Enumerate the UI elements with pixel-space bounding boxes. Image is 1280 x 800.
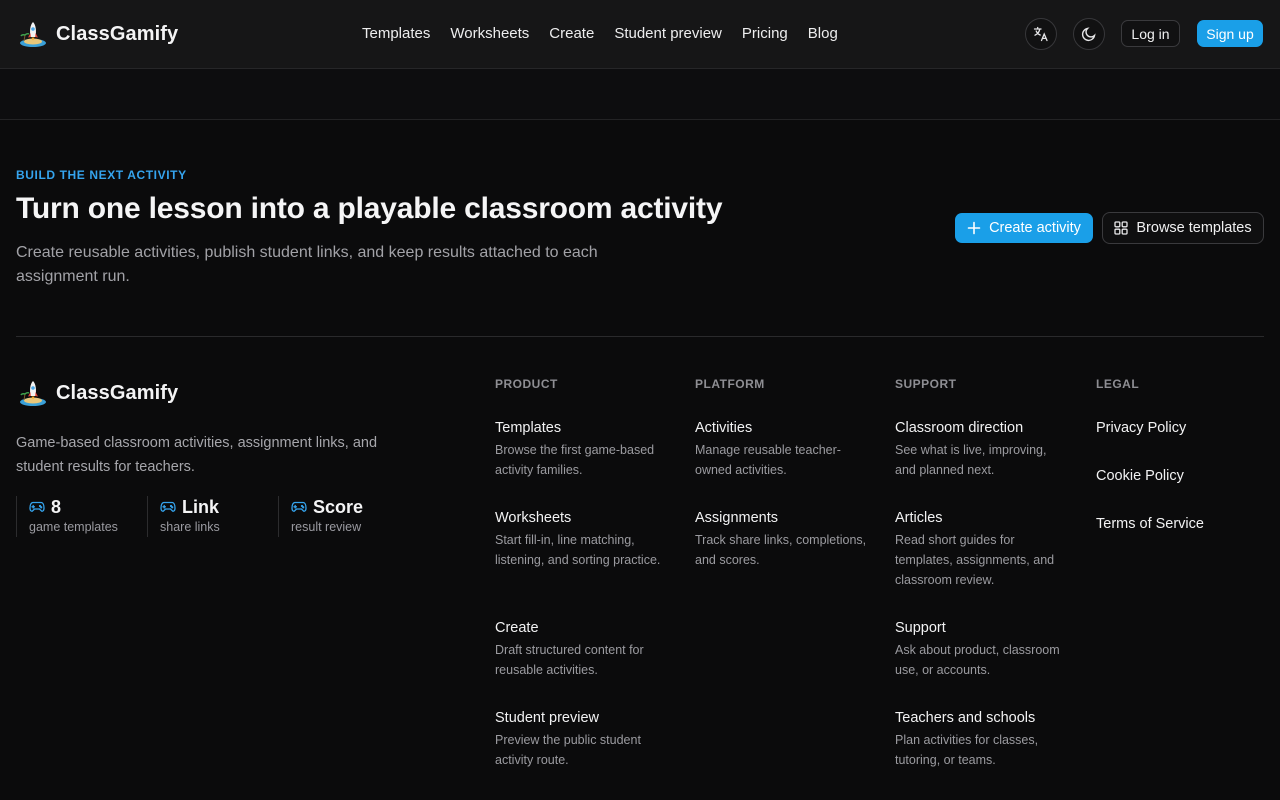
footer-column-product: PRODUCT Templates Browse the first game-… bbox=[495, 377, 670, 767]
link-description: Ask about product, classroom use, or acc… bbox=[895, 643, 1060, 677]
subheader-band bbox=[0, 69, 1280, 120]
footer-link-articles[interactable]: Articles Read short guides for templates… bbox=[895, 508, 1070, 590]
plus-icon bbox=[967, 221, 981, 235]
island-rocket-logo-icon bbox=[20, 381, 46, 406]
link-title: Articles bbox=[895, 510, 943, 526]
link-description: Draft structured content for reusable ac… bbox=[495, 643, 644, 677]
column-heading: LEGAL bbox=[1096, 377, 1140, 391]
link-title: Support bbox=[895, 620, 946, 636]
stat-scores: Score result review bbox=[278, 496, 409, 537]
browse-templates-label: Browse templates bbox=[1136, 220, 1252, 236]
moon-icon bbox=[1081, 27, 1096, 42]
stat-value: 8 bbox=[51, 496, 62, 517]
footer-link-templates[interactable]: Templates Browse the first game-based ac… bbox=[495, 418, 670, 480]
signup-button[interactable]: Sign up bbox=[1197, 20, 1263, 47]
link-title: Activities bbox=[695, 420, 753, 436]
nav-blog[interactable]: Blog bbox=[808, 24, 838, 44]
link-description: Read short guides for templates, assignm… bbox=[895, 533, 1055, 587]
link-title: Teachers and schools bbox=[895, 710, 1036, 726]
footer-link-terms[interactable]: Terms of Service bbox=[1096, 514, 1271, 534]
link-title: Privacy Policy bbox=[1096, 420, 1187, 436]
top-navbar: ClassGamify Templates Worksheets Create … bbox=[0, 0, 1280, 69]
footer-link-teachers-schools[interactable]: Teachers and schools Plan activities for… bbox=[895, 708, 1070, 770]
link-title: Templates bbox=[495, 420, 562, 436]
island-rocket-logo-icon bbox=[20, 22, 46, 47]
grid-icon bbox=[1114, 221, 1129, 235]
gamepad-icon bbox=[160, 501, 176, 512]
nav-templates[interactable]: Templates bbox=[362, 24, 430, 44]
stat-value: Link bbox=[182, 496, 220, 517]
brand-name: ClassGamify bbox=[56, 22, 179, 45]
column-heading: PRODUCT bbox=[495, 377, 558, 391]
login-button[interactable]: Log in bbox=[1121, 20, 1180, 47]
create-activity-button[interactable]: Create activity bbox=[955, 213, 1093, 243]
gamepad-icon bbox=[29, 501, 45, 512]
link-title: Assignments bbox=[695, 510, 779, 526]
stat-templates: 8 game templates bbox=[16, 496, 147, 537]
column-heading: PLATFORM bbox=[695, 377, 765, 391]
browse-templates-button[interactable]: Browse templates bbox=[1102, 212, 1264, 244]
link-description: Track share links, completions, and scor… bbox=[695, 533, 867, 567]
link-description: Start fill-in, line matching, listening,… bbox=[495, 533, 661, 567]
nav-create[interactable]: Create bbox=[549, 24, 594, 44]
footer-description: Game-based classroom activities, assignm… bbox=[16, 435, 378, 475]
link-description: Plan activities for classes, tutoring, o… bbox=[895, 733, 1039, 767]
column-heading: SUPPORT bbox=[895, 377, 957, 391]
stat-label: share links bbox=[160, 520, 220, 534]
hero-eyebrow: BUILD THE NEXT ACTIVITY bbox=[16, 168, 187, 182]
stat-label: game templates bbox=[29, 520, 118, 534]
language-button[interactable] bbox=[1025, 18, 1057, 50]
footer-column-support: SUPPORT Classroom direction See what is … bbox=[895, 377, 1070, 767]
link-title: Cookie Policy bbox=[1096, 468, 1184, 484]
create-activity-label: Create activity bbox=[989, 220, 1081, 236]
nav-student-preview[interactable]: Student preview bbox=[614, 24, 722, 44]
main-nav: Templates Worksheets Create Student prev… bbox=[362, 24, 858, 44]
footer-stats: 8 game templates Link share links Score … bbox=[16, 496, 409, 537]
footer-link-privacy-policy[interactable]: Privacy Policy bbox=[1096, 418, 1271, 438]
link-title: Classroom direction bbox=[895, 420, 1024, 436]
footer-link-worksheets[interactable]: Worksheets Start fill-in, line matching,… bbox=[495, 508, 670, 570]
link-description: Manage reusable teacher-owned activities… bbox=[695, 443, 841, 477]
hero-title: Turn one lesson into a playable classroo… bbox=[16, 192, 723, 225]
stat-value: Score bbox=[313, 496, 364, 517]
footer-link-classroom-direction[interactable]: Classroom direction See what is live, im… bbox=[895, 418, 1070, 480]
section-divider bbox=[16, 336, 1264, 337]
translate-icon bbox=[1033, 26, 1048, 42]
footer-link-create[interactable]: Create Draft structured content for reus… bbox=[495, 618, 670, 680]
footer-link-cookie-policy[interactable]: Cookie Policy bbox=[1096, 466, 1271, 486]
stat-links: Link share links bbox=[147, 496, 278, 537]
footer-column-platform: PLATFORM Activities Manage reusable teac… bbox=[695, 377, 870, 567]
theme-toggle-button[interactable] bbox=[1073, 18, 1105, 50]
footer-link-student-preview[interactable]: Student preview Preview the public stude… bbox=[495, 708, 670, 770]
link-title: Create bbox=[495, 620, 539, 636]
link-description: Preview the public student activity rout… bbox=[495, 733, 641, 767]
hero-description: Create reusable activities, publish stud… bbox=[16, 244, 598, 285]
footer-column-legal: LEGAL Privacy Policy Cookie Policy Terms… bbox=[1096, 377, 1271, 532]
footer-link-activities[interactable]: Activities Manage reusable teacher-owned… bbox=[695, 418, 870, 480]
link-description: See what is live, improving, and planned… bbox=[895, 443, 1047, 477]
nav-pricing[interactable]: Pricing bbox=[742, 24, 788, 44]
footer-link-assignments[interactable]: Assignments Track share links, completio… bbox=[695, 508, 870, 570]
footer-brand[interactable]: ClassGamify bbox=[18, 378, 178, 408]
link-title: Student preview bbox=[495, 710, 599, 726]
link-title: Worksheets bbox=[495, 510, 572, 526]
link-title: Terms of Service bbox=[1096, 516, 1204, 532]
link-description: Browse the first game-based activity fam… bbox=[495, 443, 655, 477]
footer-brand-name: ClassGamify bbox=[56, 381, 179, 404]
brand-link[interactable]: ClassGamify bbox=[18, 19, 178, 49]
stat-label: result review bbox=[291, 520, 362, 534]
gamepad-icon bbox=[291, 501, 307, 512]
nav-worksheets[interactable]: Worksheets bbox=[450, 24, 529, 44]
footer-link-support[interactable]: Support Ask about product, classroom use… bbox=[895, 618, 1070, 680]
